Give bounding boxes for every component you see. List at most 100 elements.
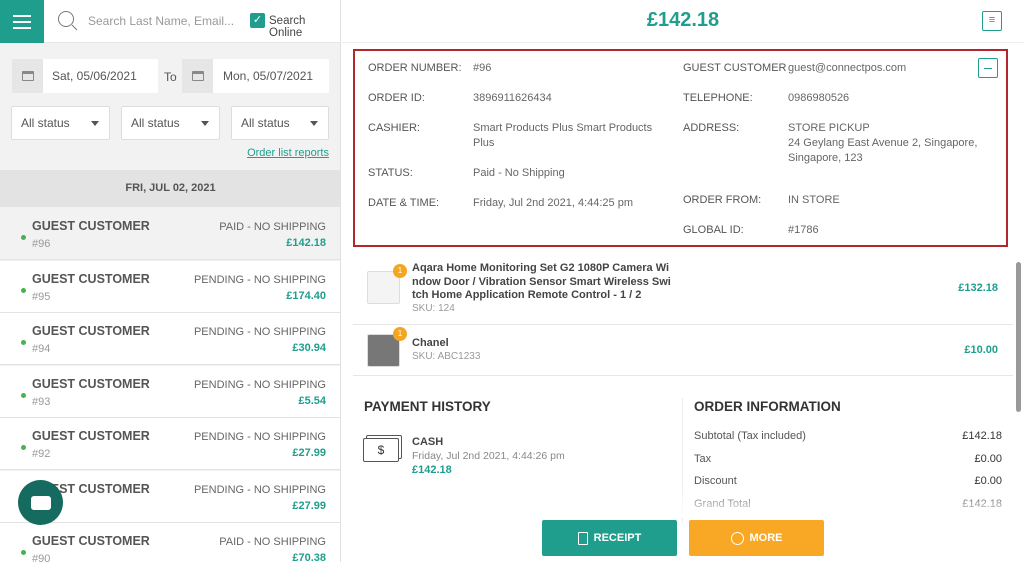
qty-badge: 1 (393, 264, 407, 278)
status-filter-3[interactable]: All status (231, 106, 329, 140)
order-info-row: Discount £0.00 (694, 475, 1002, 487)
order-total: £30.94 (292, 342, 326, 354)
receipt-button[interactable]: RECEIPT (542, 520, 677, 556)
order-info-row: Subtotal (Tax included) £142.18 (694, 430, 1002, 442)
order-id-label: ORDER ID: (368, 92, 425, 104)
order-status: PAID - NO SHIPPING (219, 536, 326, 548)
status-dot (21, 445, 26, 450)
customer-name: GUEST CUSTOMER (32, 219, 150, 233)
telephone: 0986980526 (788, 92, 850, 104)
more-icon (730, 531, 744, 545)
order-list-item[interactable]: GUEST CUSTOMER #93 PENDING - NO SHIPPING… (0, 365, 340, 418)
order-number: #96 (32, 238, 51, 250)
order-list-item[interactable]: GUEST CUSTOMER #95 PENDING - NO SHIPPING… (0, 260, 340, 313)
order-info-value: £0.00 (974, 452, 1002, 465)
order-number: #93 (32, 395, 51, 408)
order-total: £142.18 (286, 237, 326, 249)
order-info-label: Discount (694, 475, 737, 487)
order-list-item[interactable]: GUEST CUSTOMER #94 PENDING - NO SHIPPING… (0, 313, 340, 365)
order-total: £142.18 (646, 9, 720, 31)
order-info-row: Tax £0.00 (694, 453, 1002, 465)
payment-history-title: PAYMENT HISTORY (364, 399, 491, 414)
global-id: #1786 (788, 224, 819, 236)
status-dot (21, 392, 26, 398)
order-number: #92 (32, 448, 51, 460)
order-status: PENDING - NO SHIPPING (193, 326, 326, 338)
order-list-reports-link[interactable]: Order list reports (247, 147, 329, 159)
order-number: #95 (32, 290, 51, 303)
order-number: #90 (32, 553, 51, 562)
address-line2: 24 Geylang East Avenue 2, Singapore, Sin… (788, 137, 978, 164)
calendar-icon[interactable] (182, 59, 213, 93)
order-header: £142.18 ≡ (342, 0, 1024, 43)
calendar-icon[interactable] (12, 59, 43, 93)
status-filter-1[interactable]: All status (11, 106, 110, 140)
day-header: FRI, JUL 02, 2021 (0, 170, 340, 207)
customer-name: GUEST CUSTOMER (32, 324, 150, 338)
item-name: Chanel (412, 337, 449, 349)
status-dot (21, 287, 26, 293)
order-info-value: £0.00 (974, 475, 1002, 487)
status-dot (21, 235, 26, 240)
payment-method: CASH (412, 436, 444, 448)
order-status: PAID - NO SHIPPING (219, 221, 326, 233)
order-number: #96 (473, 62, 492, 74)
status: Paid - No Shipping (473, 167, 565, 179)
order-status: PENDING - NO SHIPPING (193, 378, 326, 391)
order-list-item[interactable]: GUEST CUSTOMER #96 PAID - NO SHIPPING £1… (0, 208, 340, 260)
cashier: Smart Products Plus Smart Products Plus (473, 122, 653, 149)
receipt-label: RECEIPT (593, 532, 642, 544)
order-number: #94 (32, 343, 51, 355)
order-list-item[interactable]: GUEST CUSTOMER #92 PENDING - NO SHIPPING… (0, 418, 340, 470)
menu-button[interactable] (0, 0, 44, 43)
customer-name: GUEST CUSTOMER (32, 271, 150, 286)
chat-button[interactable] (18, 480, 63, 525)
order-total: £27.99 (292, 499, 326, 512)
qty-badge: 1 (393, 327, 407, 341)
telephone-label: TELEPHONE: (683, 92, 753, 104)
datetime: Friday, Jul 2nd 2021, 4:44:25 pm (473, 197, 634, 209)
order-status: PENDING - NO SHIPPING (193, 483, 326, 496)
search-input[interactable]: Search Last Name, Email... (88, 14, 234, 28)
chat-icon (30, 495, 51, 510)
payment-date: Friday, Jul 2nd 2021, 4:44:26 pm (412, 450, 565, 462)
address-label: ADDRESS: (683, 122, 740, 134)
status-filter-2[interactable]: All status (121, 106, 220, 140)
status-label: STATUS: (368, 167, 413, 179)
order-item[interactable]: 1 Chanel SKU: ABC1233 £10.00 (353, 325, 1013, 376)
note-icon[interactable]: ≡ (982, 11, 1002, 31)
order-info-value: £142.18 (962, 430, 1002, 442)
order-total: £27.99 (292, 447, 326, 459)
item-sku: SKU: 124 (412, 303, 455, 314)
order-information-title: ORDER INFORMATION (694, 399, 841, 414)
search-online-checkbox[interactable]: ✓ (250, 13, 265, 28)
customer-name: GUEST CUSTOMER (32, 534, 150, 548)
receipt-icon (577, 531, 588, 545)
customer-name: GUEST CUSTOMER (32, 376, 150, 391)
address-line1: STORE PICKUP (788, 122, 870, 134)
order-details-box: ORDER NUMBER: #96 ORDER ID: 389691162643… (353, 49, 1008, 247)
order-item[interactable]: 1 Aqara Home Monitoring Set G2 1080P Cam… (353, 254, 1013, 325)
date-to-input[interactable]: Mon, 05/07/2021 (213, 59, 329, 93)
global-id-label: GLOBAL ID: (683, 224, 744, 236)
scroll-fade (345, 488, 1015, 518)
collapse-button[interactable] (978, 58, 998, 78)
order-status: PENDING - NO SHIPPING (193, 273, 326, 286)
date-to-label: To (164, 70, 177, 84)
customer-email: guest@connectpos.com (788, 62, 907, 74)
order-total: £70.38 (292, 552, 326, 562)
order-list-item[interactable]: GUEST CUSTOMER #90 PAID - NO SHIPPING £7… (0, 523, 340, 562)
item-price: £10.00 (964, 344, 998, 356)
hamburger-icon (13, 14, 31, 29)
order-list-panel: Search Last Name, Email... ✓ Search Onli… (0, 0, 341, 562)
more-label: MORE (749, 532, 783, 544)
date-from-input[interactable]: Sat, 05/06/2021 (43, 59, 158, 93)
order-total: £5.54 (298, 394, 326, 407)
more-button[interactable]: MORE (689, 520, 824, 556)
scrollbar[interactable] (1016, 262, 1021, 412)
order-total: £174.40 (286, 289, 326, 302)
status-dot (21, 550, 26, 555)
search-bar: Search Last Name, Email... ✓ Search Onli… (44, 0, 340, 43)
search-online-label: Search Online (269, 15, 306, 39)
payment-amount: £142.18 (412, 464, 452, 476)
